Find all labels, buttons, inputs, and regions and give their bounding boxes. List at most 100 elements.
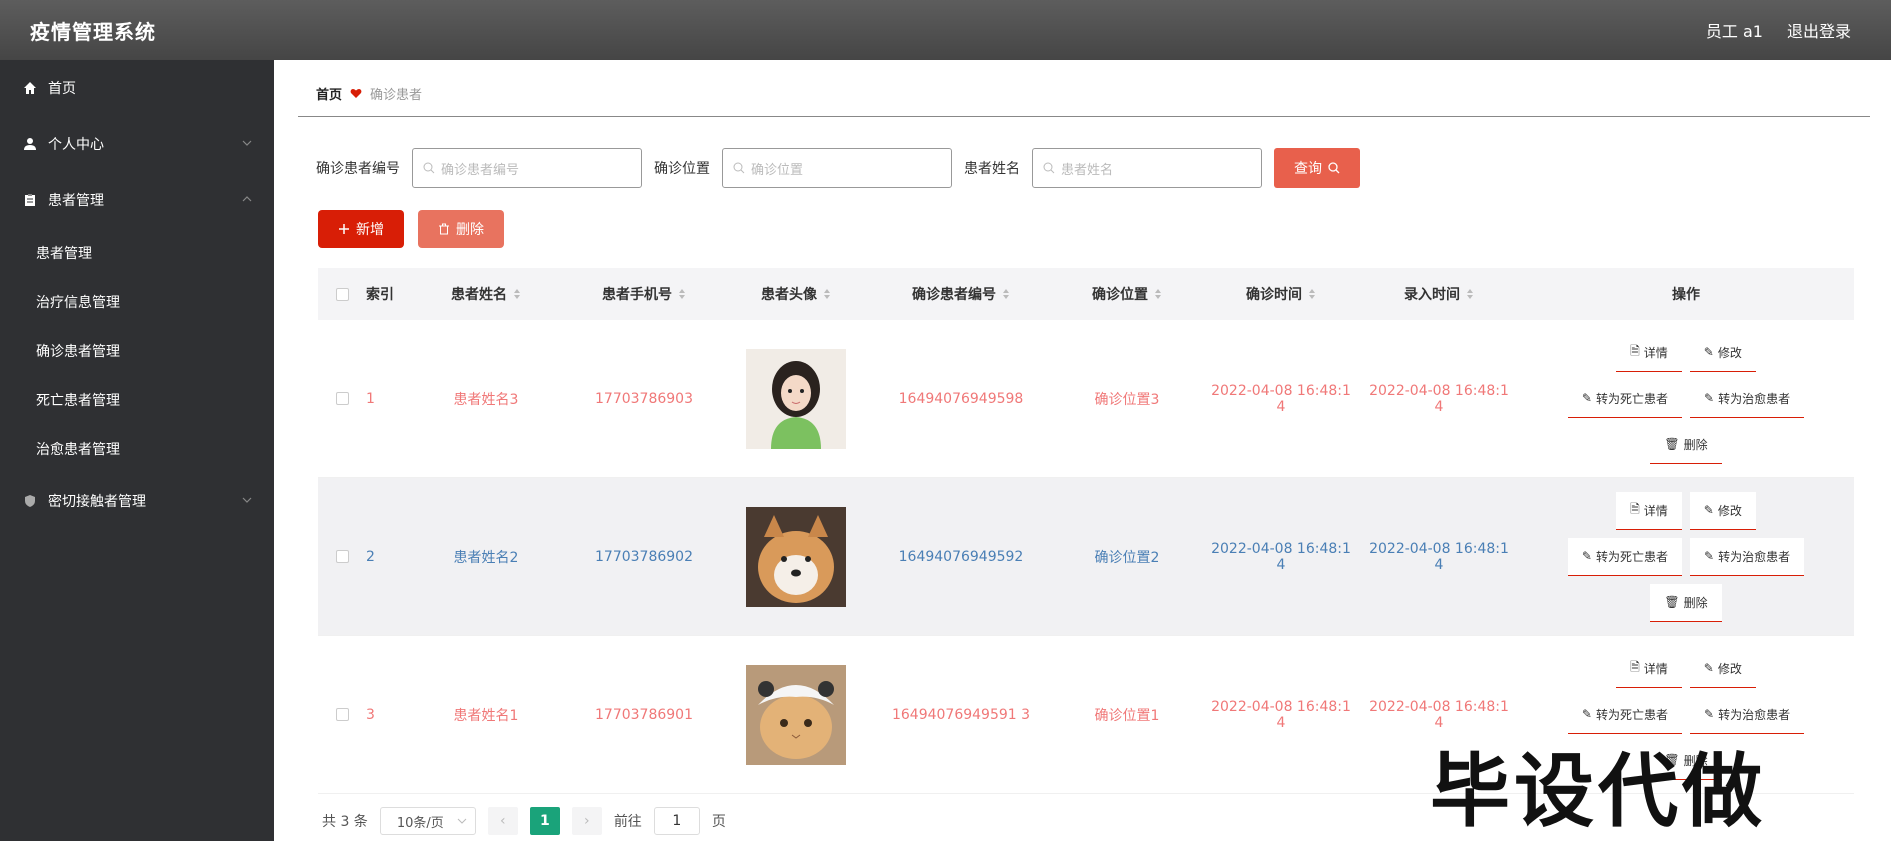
batch-delete-label: 删除 <box>456 222 484 238</box>
avatar-image[interactable] <box>746 506 846 607</box>
row-ops: 🗎 详情 ✎ 修改 ✎ 转为死亡患者 ✎ 转为治愈患者 🗑 删除 <box>1518 478 1854 635</box>
avatar-image[interactable] <box>746 664 846 765</box>
detail-button[interactable]: 🗎 详情 <box>1616 333 1682 372</box>
row-entry-time: 2022-04-08 16:48:1 4 <box>1369 540 1509 573</box>
page-size-select[interactable]: 10条/页 <box>379 807 476 835</box>
add-button[interactable]: 新增 <box>318 210 404 248</box>
header-entry-time[interactable]: 录入时间 <box>1360 268 1518 320</box>
add-button-label: 新增 <box>356 222 384 238</box>
breadcrumb-home[interactable]: 首页 <box>316 84 342 103</box>
row-checkbox[interactable] <box>335 392 349 405</box>
detail-button[interactable]: 🗎 详情 <box>1616 491 1682 530</box>
sort-icon[interactable] <box>513 288 521 300</box>
search-label-location: 确诊位置 <box>654 161 710 177</box>
logout-link[interactable]: 退出登录 <box>1787 18 1851 42</box>
header-confirm-time[interactable]: 确诊时间 <box>1202 268 1360 320</box>
header-avatar[interactable]: 患者头像 <box>722 268 870 320</box>
sort-icon[interactable] <box>823 288 831 300</box>
doc-icon: 🗎 <box>1630 659 1640 674</box>
sidebar-subitem-treatment-mgmt[interactable]: 治疗信息管理 <box>0 277 274 326</box>
sort-icon[interactable] <box>1002 288 1010 300</box>
search-icon <box>1328 162 1340 174</box>
trash-icon: 🗑 <box>1664 595 1680 609</box>
row-name: 患者姓名2 <box>453 549 519 566</box>
sidebar-item-home[interactable]: 首页 <box>0 60 274 116</box>
plus-icon <box>339 224 349 234</box>
table-row: 1 患者姓名3 17703786903 16494076949598 确诊位置3… <box>318 320 1854 478</box>
breadcrumb-current: 确诊患者 <box>370 88 423 103</box>
sidebar: 首页 个人中心 患者管理 患者管理 治疗信息管理 确诊患者管理 死亡患者管理 治… <box>0 60 274 841</box>
sidebar-item-patients[interactable]: 患者管理 <box>0 172 274 228</box>
delete-button[interactable]: 🗑 删除 <box>1650 583 1722 622</box>
sort-icon[interactable] <box>1466 288 1474 300</box>
sidebar-subitem-dead-mgmt[interactable]: 死亡患者管理 <box>0 375 274 424</box>
edit-button[interactable]: ✎ 修改 <box>1689 491 1756 530</box>
header-phone[interactable]: 患者手机号 <box>566 268 722 320</box>
sidebar-item-close-contacts[interactable]: 密切接触者管理 <box>0 473 274 529</box>
doc-icon: 🗎 <box>1630 343 1640 358</box>
to-cured-button[interactable]: ✎ 转为治愈患者 <box>1690 379 1805 418</box>
sidebar-item-personal[interactable]: 个人中心 <box>0 116 274 172</box>
search-input-location[interactable]: 确诊位置 <box>722 148 952 188</box>
divider <box>298 116 1870 117</box>
delete-button[interactable]: 🗑 删除 <box>1650 425 1722 464</box>
header-location[interactable]: 确诊位置 <box>1052 268 1202 320</box>
row-location: 确诊位置2 <box>1094 549 1160 566</box>
pencil-icon: ✎ <box>1581 549 1592 563</box>
pencil-icon: ✎ <box>1703 661 1714 675</box>
sort-icon[interactable] <box>1154 288 1162 300</box>
edit-button[interactable]: ✎ 修改 <box>1689 333 1756 372</box>
header-code[interactable]: 确诊患者编号 <box>870 268 1052 320</box>
watermark-text: 毕设代做 <box>1430 745 1766 838</box>
sidebar-subitem-cured-mgmt[interactable]: 治愈患者管理 <box>0 424 274 473</box>
page-number[interactable]: 1 <box>529 807 560 835</box>
select-all-checkbox[interactable] <box>335 287 349 301</box>
row-index: 1 <box>366 390 375 407</box>
prev-page-button[interactable]: ‹ <box>487 807 518 835</box>
row-phone: 17703786903 <box>595 390 693 407</box>
pencil-icon: ✎ <box>1581 391 1592 405</box>
query-button-label: 查询 <box>1294 161 1322 177</box>
row-code: 16494076949598 <box>898 390 1024 407</box>
row-index: 3 <box>366 706 375 723</box>
search-icon <box>733 162 745 174</box>
sort-icon[interactable] <box>1308 288 1316 300</box>
batch-delete-button[interactable]: 删除 <box>418 210 504 248</box>
search-input-name[interactable]: 患者姓名 <box>1032 148 1262 188</box>
search-input-code[interactable]: 确诊患者编号 <box>412 148 642 188</box>
header-index: 索引 <box>366 287 394 303</box>
query-button[interactable]: 查询 <box>1274 148 1360 188</box>
trash-icon: 🗑 <box>1664 437 1680 451</box>
heart-icon <box>350 88 362 98</box>
chevron-down-icon <box>242 497 252 503</box>
search-placeholder: 确诊位置 <box>751 162 804 178</box>
sidebar-subitem-patient-mgmt[interactable]: 患者管理 <box>0 228 274 277</box>
detail-button[interactable]: 🗎 详情 <box>1616 649 1682 688</box>
sort-icon[interactable] <box>678 288 686 300</box>
row-checkbox[interactable] <box>335 708 349 721</box>
row-index: 2 <box>366 548 375 565</box>
current-user[interactable]: 员工 a1 <box>1706 18 1763 42</box>
sidebar-item-label: 个人中心 <box>48 137 104 153</box>
next-page-button[interactable]: › <box>571 807 602 835</box>
clipboard-icon <box>22 192 38 208</box>
avatar-image[interactable] <box>746 348 846 449</box>
row-checkbox[interactable] <box>335 550 349 563</box>
to-dead-button[interactable]: ✎ 转为死亡患者 <box>1567 695 1682 734</box>
header-name[interactable]: 患者姓名 <box>406 268 566 320</box>
edit-button[interactable]: ✎ 修改 <box>1689 649 1756 688</box>
row-confirm-time: 2022-04-08 16:48:1 4 <box>1211 382 1351 415</box>
to-cured-button[interactable]: ✎ 转为治愈患者 <box>1690 537 1805 576</box>
row-code: 16494076949591 3 <box>891 706 1031 723</box>
to-dead-button[interactable]: ✎ 转为死亡患者 <box>1567 379 1682 418</box>
sidebar-item-label: 密切接触者管理 <box>48 494 146 510</box>
top-bar: 疫情管理系统 员工 a1 退出登录 <box>0 0 1891 60</box>
goto-page-input[interactable]: 1 <box>653 807 700 835</box>
to-dead-button[interactable]: ✎ 转为死亡患者 <box>1567 537 1682 576</box>
sidebar-subitem-confirmed-mgmt[interactable]: 确诊患者管理 <box>0 326 274 375</box>
header-ops: 操作 <box>1672 287 1700 303</box>
to-cured-button[interactable]: ✎ 转为治愈患者 <box>1690 695 1805 734</box>
row-location: 确诊位置3 <box>1094 391 1160 408</box>
main-content: 首页 确诊患者 确诊患者编号 确诊患者编号 确诊位置 确诊位置 患者姓名 患者姓… <box>274 60 1891 841</box>
search-placeholder: 患者姓名 <box>1061 162 1114 178</box>
